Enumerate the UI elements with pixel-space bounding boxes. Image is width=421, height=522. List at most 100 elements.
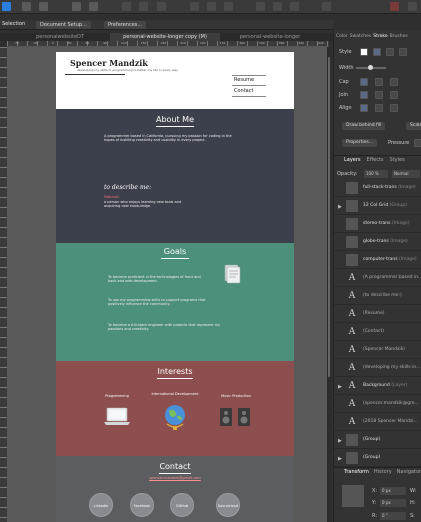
- transform-tool-icon[interactable]: [157, 2, 166, 11]
- share-icon[interactable]: [39, 2, 48, 11]
- layer-row[interactable]: A (2018 Spencer Mandzi...: [334, 414, 421, 431]
- preferences-button[interactable]: Preferences...: [104, 21, 147, 29]
- layer-row[interactable]: ▶ (Group): [334, 432, 421, 449]
- view-mode-icon[interactable]: [408, 2, 417, 11]
- boolean-icon[interactable]: [256, 2, 265, 11]
- flip-icon[interactable]: [273, 2, 282, 11]
- round-cap-icon[interactable]: [375, 78, 383, 86]
- expand-caret-icon[interactable]: ▶: [338, 384, 342, 390]
- layer-row[interactable]: stereo-trans (Image): [334, 216, 421, 233]
- linkedin-button[interactable]: LinkedIn: [89, 493, 113, 517]
- scale-toggle[interactable]: Scale: [406, 122, 421, 130]
- soundcloud-button[interactable]: Soundcloud: [216, 493, 240, 517]
- scrollbar-thumb[interactable]: [328, 57, 330, 377]
- vertical-scrollbar[interactable]: [327, 47, 331, 522]
- tab-personalwebsitedt[interactable]: personalwebsiteDT: [10, 33, 110, 41]
- expand-caret-icon[interactable]: ▶: [338, 456, 342, 462]
- interests-section[interactable]: Interests Programming International Deve…: [56, 361, 294, 456]
- width-slider-knob[interactable]: [368, 65, 373, 70]
- r-field[interactable]: 0 °: [380, 512, 406, 520]
- y-field[interactable]: 0 px: [380, 499, 406, 507]
- layer-row[interactable]: A (developing my skills in...: [334, 360, 421, 377]
- rotate-icon[interactable]: [290, 2, 299, 11]
- x-field[interactable]: 0 px: [380, 487, 406, 495]
- miter-join-icon[interactable]: [360, 91, 368, 99]
- tab-personal-website-longer-copy[interactable]: personal-website-longer copy (M): [110, 33, 220, 41]
- layer-row[interactable]: full-stack-trans (Image): [334, 180, 421, 197]
- nav-resume-link[interactable]: Resume: [234, 77, 254, 83]
- tab-history[interactable]: History: [374, 468, 392, 476]
- site-name[interactable]: Spencer Mandzik: [70, 58, 148, 68]
- layer-row[interactable]: A (Contact): [334, 324, 421, 341]
- grid-icon[interactable]: [122, 2, 131, 11]
- github-button[interactable]: GitHub: [170, 493, 194, 517]
- app-logo-icon[interactable]: [2, 2, 11, 11]
- width-slider[interactable]: [356, 65, 386, 70]
- layer-row[interactable]: A (Resume): [334, 306, 421, 323]
- about-title: About Me: [155, 115, 195, 124]
- tab-navigator[interactable]: Navigator: [397, 468, 421, 476]
- align-outside-icon[interactable]: [390, 104, 398, 112]
- layer-row[interactable]: ▶ A Background (Layer): [334, 378, 421, 395]
- goals-section[interactable]: Goals To become proficient in the techno…: [56, 243, 294, 361]
- solid-stroke-icon[interactable]: [373, 48, 381, 56]
- blend-mode-select[interactable]: Normal: [392, 170, 420, 178]
- snap-icon[interactable]: [139, 2, 148, 11]
- tab-personal-website-longer[interactable]: personal-website-longer: [220, 33, 320, 41]
- tab-swatches[interactable]: Swatches: [350, 34, 372, 42]
- distribute-icon[interactable]: [224, 2, 233, 11]
- draw-behind-fill-toggle[interactable]: Draw behind fill: [342, 122, 386, 130]
- tab-transform[interactable]: Transform: [344, 468, 369, 476]
- tab-color[interactable]: Color: [336, 34, 348, 42]
- dash-stroke-icon[interactable]: [386, 48, 394, 56]
- expand-caret-icon[interactable]: ▶: [338, 204, 342, 210]
- properties-button[interactable]: Properties...: [342, 139, 378, 147]
- layer-type: (Group): [389, 203, 407, 208]
- align-icon[interactable]: [207, 2, 216, 11]
- tab-stroke[interactable]: Stroke: [373, 34, 387, 42]
- tab-styles[interactable]: Styles: [390, 156, 405, 164]
- tab-brushes[interactable]: Brushes: [390, 34, 408, 42]
- artboard[interactable]: Spencer Mandzik developing my skills in …: [56, 52, 294, 522]
- layer-name-text: (Spencer Mandzik): [363, 347, 405, 352]
- layer-row[interactable]: A (spencer.mandzik@gm...: [334, 396, 421, 413]
- shape-tool-icon[interactable]: [89, 2, 98, 11]
- bevel-join-icon[interactable]: [390, 91, 398, 99]
- align-inside-icon[interactable]: [375, 104, 383, 112]
- round-join-icon[interactable]: [375, 91, 383, 99]
- layer-row[interactable]: ▶ (Group): [334, 450, 421, 467]
- contact-section[interactable]: Contact spencer.mandzik@gmail.com Linked…: [56, 456, 294, 522]
- layer-row[interactable]: ▶ 12 Col Grid (Group): [334, 198, 421, 215]
- butt-cap-icon[interactable]: [360, 78, 368, 86]
- layer-row[interactable]: A (A programmer based in...: [334, 270, 421, 287]
- square-cap-icon[interactable]: [390, 78, 398, 86]
- nav-contact-link[interactable]: Contact: [234, 88, 253, 94]
- anchor-selector[interactable]: [342, 485, 364, 507]
- vertical-ruler[interactable]: [0, 47, 7, 522]
- brush-stroke-icon[interactable]: [399, 48, 407, 56]
- align-center-icon[interactable]: [360, 104, 368, 112]
- email-link[interactable]: spencer.mandzik@gmail.com: [56, 476, 294, 480]
- pressure-graph-icon[interactable]: [414, 139, 421, 147]
- layer-row[interactable]: A (Spencer Mandzik): [334, 342, 421, 359]
- expand-caret-icon[interactable]: ▶: [338, 438, 342, 444]
- opacity-field[interactable]: 100 %: [364, 170, 388, 178]
- layer-name-text: stereo-trans: [363, 221, 391, 226]
- assistant-icon[interactable]: [390, 2, 399, 11]
- canvas[interactable]: Spencer Mandzik developing my skills in …: [7, 47, 329, 522]
- tab-layers[interactable]: Layers: [344, 156, 361, 164]
- persona-icon[interactable]: [22, 2, 31, 11]
- document-setup-button[interactable]: Document Setup...: [36, 21, 91, 29]
- text-layer-icon: A: [348, 273, 356, 283]
- snapping-icon[interactable]: [322, 2, 331, 11]
- no-stroke-icon[interactable]: [360, 48, 368, 56]
- move-tool-icon[interactable]: [72, 2, 81, 11]
- layer-row[interactable]: globe-trans (Image): [334, 234, 421, 251]
- facebook-button[interactable]: Facebook: [130, 493, 154, 517]
- about-section[interactable]: About Me A programmer based in Californi…: [56, 109, 294, 243]
- layer-row[interactable]: A (to describe me:): [334, 288, 421, 305]
- layer-row[interactable]: computer-trans (Image): [334, 252, 421, 269]
- site-tagline[interactable]: developing my skills in programming to b…: [77, 68, 178, 72]
- arrange-icon[interactable]: [190, 2, 199, 11]
- tab-effects[interactable]: Effects: [367, 156, 384, 164]
